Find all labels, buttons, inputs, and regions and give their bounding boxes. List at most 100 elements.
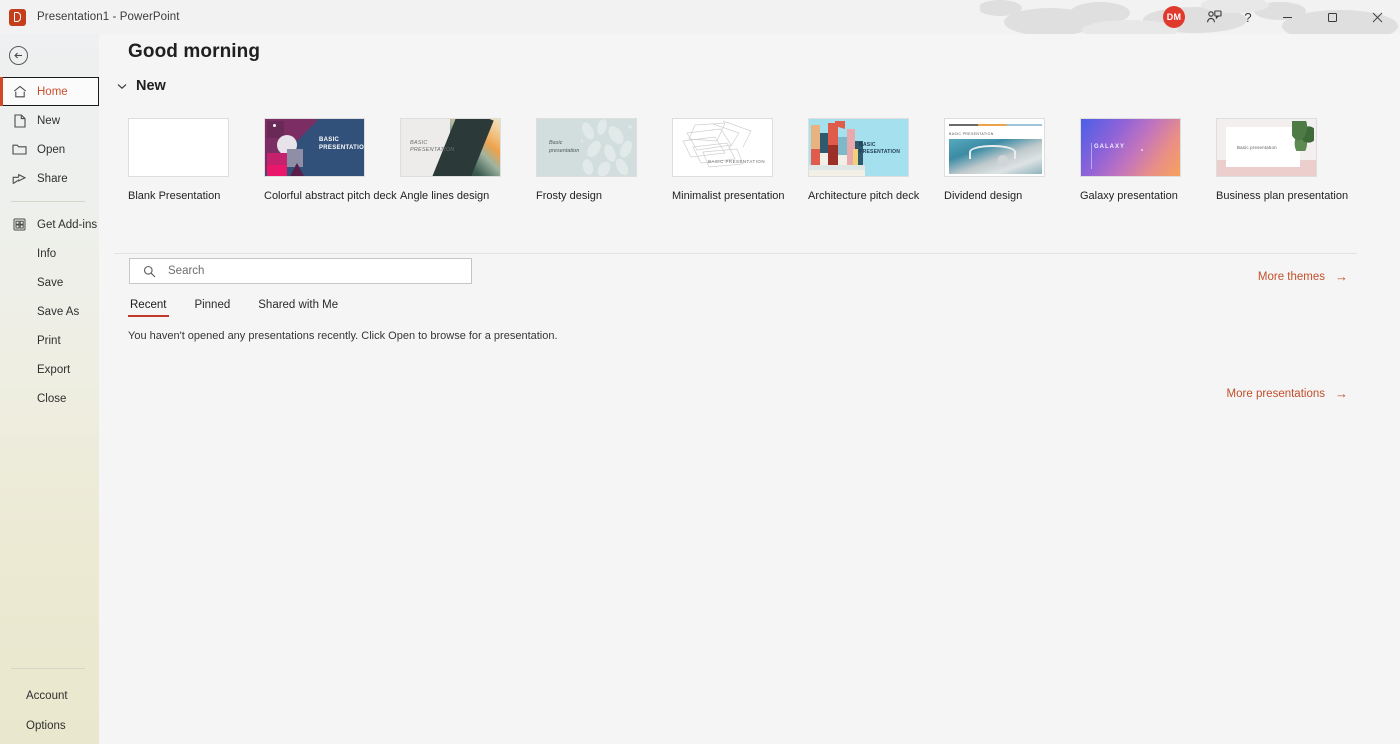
template-card[interactable]: Blank Presentation [128,118,264,202]
template-card[interactable]: GALAXY Galaxy presentation [1080,118,1216,202]
thumb-plant [1292,121,1314,151]
folder-open-icon [11,142,28,158]
template-card[interactable]: Basic presentation Frosty design [536,118,672,202]
sidebar-item-label: Save [37,276,64,289]
thumb-title-text: GALAXY [1094,144,1126,150]
thumb-title-text: Basic presentation [549,140,580,154]
minimize-button[interactable] [1265,0,1310,34]
thumb-title-text: BASIC PRESENTATION [410,140,455,153]
sidebar-item-label: Options [26,720,66,732]
home-icon [11,84,28,100]
template-thumbnail-dividend[interactable]: BASIC PRESENTATION [944,118,1045,177]
template-label: Colorful abstract pitch deck [264,190,397,202]
sidebar-item-label: Print [37,334,61,347]
search-input[interactable] [168,265,471,277]
thumb-title-text: BASIC PRESENTATION [949,132,994,136]
main-content: Good morning New Blank Presentation BASI… [99,34,1400,744]
template-card[interactable]: BASIC PRESENTATION Minimalist presentati… [672,118,808,202]
page-title: Good morning [128,41,261,62]
template-thumbnail-galaxy[interactable]: GALAXY [1080,118,1181,177]
back-arrow-icon [9,45,28,65]
sidebar-nav-primary: Home New Open Share Get Add-ins Info Sav… [0,77,99,413]
tab-recent[interactable]: Recent [128,299,179,317]
tab-pinned[interactable]: Pinned [192,299,243,317]
sidebar-item-print[interactable]: Print [0,326,99,355]
thumb-title-text: BASIC PRESENTATION [319,137,365,151]
sidebar-item-label: Info [37,247,57,260]
sidebar-item-label: Get Add-ins [37,218,98,231]
close-button[interactable] [1355,0,1400,34]
sidebar-divider [11,201,85,202]
template-card[interactable]: Basic presentation Business plan present… [1216,118,1352,202]
chevron-down-icon[interactable] [113,77,131,95]
more-presentations-label: More presentations [1226,387,1325,400]
sidebar-item-share[interactable]: Share [0,164,99,193]
template-label: Blank Presentation [128,190,221,202]
template-thumbnail-minimalist[interactable]: BASIC PRESENTATION [672,118,773,177]
template-label: Minimalist presentation [672,190,785,202]
tab-shared-with-me[interactable]: Shared with Me [256,299,351,317]
back-button[interactable] [0,38,99,72]
addins-grid-icon [11,217,28,233]
help-glyph: ? [1244,9,1252,25]
arrow-right-icon: → [1335,269,1348,284]
template-card[interactable]: BASIC PRESENTATION Dividend design [944,118,1080,202]
template-label: Galaxy presentation [1080,190,1178,202]
sidebar-item-label: Save As [37,305,80,318]
titlebar-left: Presentation1 - PowerPoint [0,0,180,34]
sidebar-item-label: Home [37,85,68,98]
thumb-title-text: Basic presentation [1237,145,1277,150]
tab-label: Pinned [194,299,231,311]
sidebar-item-save[interactable]: Save [0,268,99,297]
sidebar-item-label: Close [37,392,67,405]
template-card[interactable]: BASIC PRESENTATION Architecture pitch de… [808,118,944,202]
sidebar-nav-bottom: Account Options [0,660,99,741]
empty-state-message: You haven't opened any presentations rec… [128,330,558,342]
sidebar-item-open[interactable]: Open [0,135,99,164]
template-thumbnail-blank[interactable] [128,118,229,177]
template-card[interactable]: BASIC PRESENTATION Angle lines design [400,118,536,202]
thumb-sparkle [1141,149,1143,151]
sidebar-item-label: Export [37,363,71,376]
help-icon[interactable]: ? [1231,0,1265,34]
sidebar-item-account[interactable]: Account [0,681,99,711]
sidebar-item-label: Share [37,172,68,185]
share-person-icon[interactable] [1197,0,1231,34]
template-label: Angle lines design [400,190,490,202]
window-title: Presentation1 - PowerPoint [37,11,180,23]
more-presentations-link[interactable]: More presentations → [1227,387,1348,400]
sidebar-item-options[interactable]: Options [0,711,99,741]
template-card[interactable]: BASIC PRESENTATION Colorful abstract pit… [264,118,400,202]
tab-label: Shared with Me [258,299,339,311]
sidebar-item-close[interactable]: Close [0,384,99,413]
new-section-title: New [136,78,166,94]
thumb-title-text: BASIC PRESENTATION [708,159,765,164]
thumb-rule [1091,143,1092,169]
sidebar-item-save-as[interactable]: Save As [0,297,99,326]
thumb-shape [273,124,276,127]
template-thumbnail-colorful-abstract[interactable]: BASIC PRESENTATION [264,118,365,177]
template-thumbnail-business-plan[interactable]: Basic presentation [1216,118,1317,177]
sidebar-item-home[interactable]: Home [0,77,99,106]
thumb-photo [949,139,1042,174]
new-section-header[interactable]: New [113,77,166,95]
template-thumbnail-frosty[interactable]: Basic presentation [536,118,637,177]
sidebar-item-label: Open [37,143,66,156]
new-document-icon [11,113,28,129]
thumb-leaf-pattern [580,119,632,176]
avatar[interactable]: DM [1163,6,1185,28]
maximize-button[interactable] [1310,0,1355,34]
search-box[interactable] [129,258,472,284]
template-thumbnail-angle-lines[interactable]: BASIC PRESENTATION [400,118,501,177]
sidebar-item-info[interactable]: Info [0,239,99,268]
sidebar-item-get-addins[interactable]: Get Add-ins [0,210,99,239]
thumb-shape [289,163,305,176]
template-thumbnail-architecture[interactable]: BASIC PRESENTATION [808,118,909,177]
template-label: Business plan presentation [1216,190,1349,202]
sidebar-item-new[interactable]: New [0,106,99,135]
sidebar-item-export[interactable]: Export [0,355,99,384]
share-icon [11,171,28,187]
recent-tabs: Recent Pinned Shared with Me [128,299,364,317]
more-themes-link[interactable]: More themes → [1258,270,1348,283]
sidebar-divider-bottom [11,668,85,669]
